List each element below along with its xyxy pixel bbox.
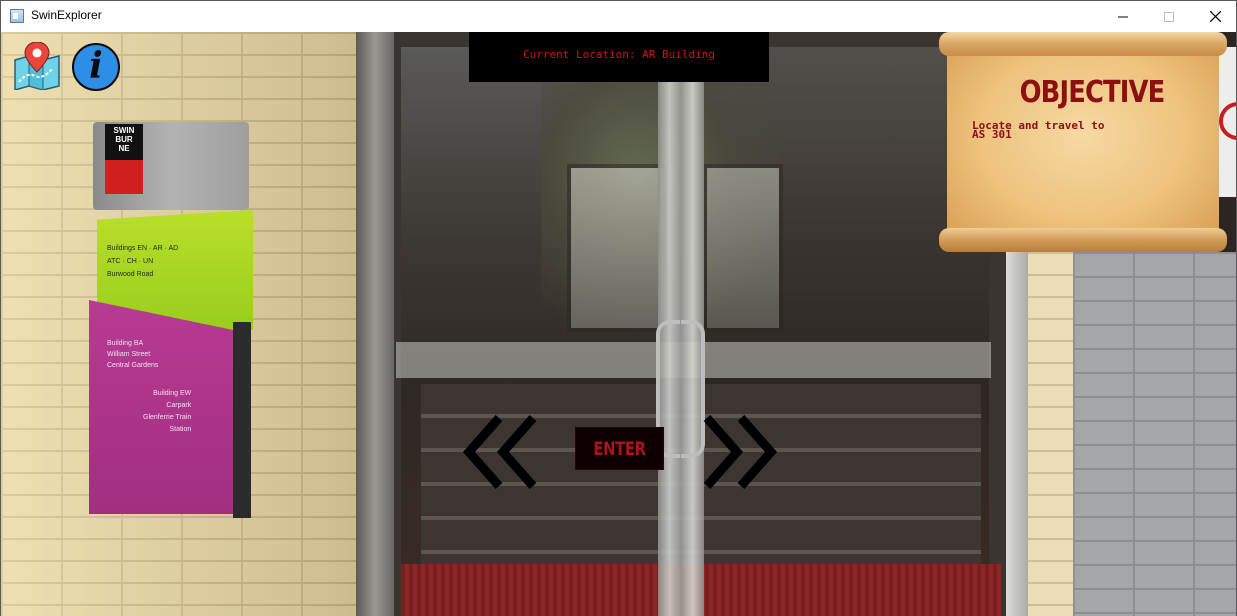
- map-location-icon[interactable]: [13, 41, 61, 91]
- maximize-icon: [1164, 11, 1174, 22]
- sign-pink-line-5: Carpark: [166, 402, 192, 409]
- brick-wall-right: [1073, 252, 1236, 616]
- sign-green-line-2: ATC · CH · UN: [107, 258, 154, 265]
- title-bar: SwinExplorer: [1, 1, 1236, 32]
- app-window: SwinExplorer SWIN BUR NE Buildings EN · …: [0, 0, 1237, 616]
- app-icon: [10, 9, 24, 23]
- current-location-text: Current Location: AR Building: [522, 48, 716, 61]
- swinburne-logo: SWIN BUR NE: [105, 124, 143, 196]
- enter-button-label: ENTER: [593, 437, 646, 460]
- pillar-left: [356, 32, 394, 616]
- sign-pink-line-2: William Street: [107, 351, 151, 358]
- window-title: SwinExplorer: [31, 8, 102, 22]
- minimize-button[interactable]: [1100, 1, 1146, 32]
- game-scene: SWIN BUR NE Buildings EN · AR · AD ATC ·…: [1, 32, 1236, 616]
- sign-pink-line-3: Central Gardens: [107, 362, 159, 369]
- sign-pink-text-bottom: Building EW Carpark Glenferrie Train Sta…: [143, 388, 191, 436]
- sign-pink-text-top: Building BA William Street Central Garde…: [107, 338, 158, 371]
- info-icon[interactable]: i: [72, 43, 120, 91]
- sign-green-line-1: Buildings EN · AR · AD: [107, 245, 179, 252]
- sign-pink-line-4: Building EW: [153, 390, 192, 397]
- navigate-left-button[interactable]: [462, 414, 539, 490]
- enter-button[interactable]: ENTER: [575, 427, 664, 470]
- objective-title: OBJECTIVE: [1019, 75, 1166, 110]
- minimize-icon: [1118, 16, 1128, 17]
- brick-column-right: [1028, 252, 1073, 616]
- maximize-button[interactable]: [1146, 1, 1192, 32]
- sign-shadow: [233, 322, 251, 518]
- scroll-rod-top: [939, 32, 1227, 56]
- logo-text-1: SWIN: [113, 126, 135, 135]
- double-chevron-right-icon: [703, 415, 778, 489]
- inner-doorway-right: [703, 164, 783, 332]
- sign-pink-line-7: Station: [169, 426, 192, 433]
- close-icon: [1209, 11, 1221, 22]
- close-button[interactable]: [1192, 1, 1237, 32]
- sign-green-line-3: Burwood Road: [107, 271, 154, 278]
- scroll-rod-bottom: [939, 228, 1227, 252]
- sign-pink-line-6: Glenferrie Train: [143, 414, 192, 421]
- info-icon-glyph: i: [89, 45, 103, 87]
- current-location-banner: Current Location: AR Building: [469, 32, 769, 82]
- logo-text-3: NE: [118, 144, 130, 153]
- navigate-right-button[interactable]: [701, 414, 778, 490]
- sign-green-text: Buildings EN · AR · AD ATC · CH · UN Bur…: [107, 242, 178, 281]
- objective-scroll: OBJECTIVE Locate and travel to AS 301: [939, 32, 1227, 254]
- inner-doorway-left: [567, 164, 667, 332]
- sign-pink-line-1: Building BA: [107, 340, 144, 347]
- objective-text: Locate and travel to AS 301: [972, 120, 1172, 140]
- logo-text-2: BUR: [115, 135, 133, 144]
- double-chevron-left-icon: [462, 415, 537, 489]
